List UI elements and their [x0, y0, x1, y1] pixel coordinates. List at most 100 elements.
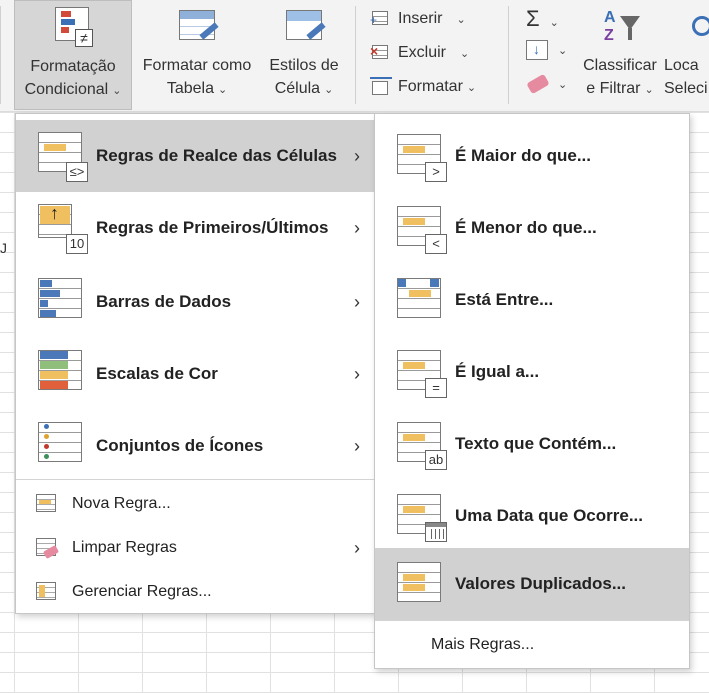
- top-bottom-rules-icon: ↑ 10: [38, 203, 88, 254]
- find-select-label-2: Seleci: [664, 80, 708, 97]
- chevron-down-icon: ⌄: [644, 84, 654, 96]
- insert-button[interactable]: + Inserir ⌄: [370, 6, 466, 32]
- submenu-item-label: Está Entre...: [455, 290, 554, 309]
- menu-separator: [16, 479, 374, 480]
- format-as-table-label-1: Formatar como: [142, 57, 252, 74]
- submenu-item-label: É Igual a...: [455, 362, 540, 381]
- submenu-item-label: Texto que Contém...: [455, 434, 617, 453]
- chevron-right-icon: ›: [354, 291, 360, 312]
- format-as-table-label-2: Tabela: [166, 80, 214, 97]
- conditional-formatting-label-2: Condicional: [24, 81, 109, 98]
- find-select-label-1: Loca: [664, 57, 699, 74]
- menu-item-label: Escalas de Cor: [96, 364, 218, 383]
- sort-filter-label-1: Classificar: [583, 57, 657, 74]
- highlight-cells-rules-icon: ≤>: [38, 132, 88, 182]
- menu-item-new-rule[interactable]: Nova Regra...: [16, 482, 374, 526]
- chevron-down-icon: ⌄: [112, 85, 122, 97]
- chevron-right-icon: ›: [354, 145, 360, 166]
- menu-item-clear-rules[interactable]: Limpar Regras ›: [16, 526, 374, 570]
- less-than-icon: <: [397, 206, 447, 254]
- submenu-item-greater-than[interactable]: > É Maior do que...: [375, 120, 689, 192]
- menu-item-label: Conjuntos de Ícones: [96, 436, 264, 455]
- sort-filter-label-2: e Filtrar: [586, 80, 641, 97]
- greater-than-icon: >: [397, 134, 447, 182]
- menu-item-icon-sets[interactable]: Conjuntos de Ícones ›: [16, 410, 374, 482]
- ribbon-styles-group: ≠ Formatação Condicional ⌄ Formatar como …: [0, 0, 709, 112]
- menu-item-label: Gerenciar Regras...: [72, 583, 212, 600]
- menu-item-top-bottom-rules[interactable]: ↑ 10 Regras de Primeiros/Últimos ›: [16, 192, 374, 264]
- chevron-down-icon: ⌄: [466, 81, 477, 94]
- data-bars-icon: [38, 278, 84, 324]
- format-button[interactable]: Formatar ⌄: [370, 74, 476, 100]
- ribbon-separator: [355, 6, 356, 104]
- chevron-down-icon: ⌄: [324, 84, 334, 96]
- format-as-table-button[interactable]: Formatar como Tabela ⌄: [134, 0, 260, 110]
- submenu-item-label: É Menor do que...: [455, 218, 597, 237]
- chevron-right-icon: ›: [354, 537, 360, 558]
- submenu-item-text-contains[interactable]: ab Texto que Contém...: [375, 408, 689, 480]
- between-icon: [397, 278, 443, 322]
- format-cells-icon: [370, 77, 392, 97]
- clear-rules-icon: [36, 538, 60, 559]
- equal-to-icon: =: [397, 350, 447, 398]
- sort-filter-icon: A Z: [596, 6, 644, 50]
- fill-icon[interactable]: ↓: [526, 40, 548, 60]
- text-contains-icon: ab: [397, 422, 447, 470]
- chevron-down-icon: ⌄: [558, 45, 568, 57]
- column-header: J: [0, 240, 7, 256]
- clear-eraser-icon[interactable]: [526, 73, 550, 95]
- menu-item-label: Limpar Regras: [72, 539, 177, 556]
- chevron-down-icon: ⌄: [456, 13, 466, 26]
- calendar-icon: [397, 494, 447, 542]
- conditional-formatting-button[interactable]: ≠ Formatação Condicional ⌄: [14, 0, 132, 110]
- chevron-down-icon: ⌄: [217, 84, 228, 96]
- cell-styles-icon: [280, 6, 328, 50]
- submenu-item-date-occurring[interactable]: Uma Data que Ocorre...: [375, 480, 689, 552]
- ribbon-separator: [508, 6, 509, 104]
- search-icon: [692, 6, 709, 50]
- more-rules-link[interactable]: Mais Regras...: [431, 636, 534, 654]
- submenu-item-label: É Maior do que...: [455, 146, 592, 165]
- submenu-item-less-than[interactable]: < É Menor do que...: [375, 192, 689, 264]
- submenu-item-between[interactable]: Está Entre...: [375, 264, 689, 336]
- format-label: Formatar: [398, 78, 463, 95]
- cell-styles-button[interactable]: Estilos de Célula ⌄: [262, 0, 346, 110]
- format-as-table-icon: [173, 6, 221, 50]
- chevron-right-icon: ›: [354, 217, 360, 238]
- submenu-item-label: Uma Data que Ocorre...: [455, 506, 644, 525]
- color-scales-icon: [38, 350, 84, 396]
- insert-cells-icon: +: [370, 9, 392, 29]
- delete-cells-icon: ×: [370, 43, 392, 63]
- menu-item-data-bars[interactable]: Barras de Dados ›: [16, 266, 374, 338]
- manage-rules-icon: [36, 582, 58, 602]
- menu-item-label: Nova Regra...: [72, 495, 171, 512]
- delete-label: Excluir: [398, 44, 447, 61]
- conditional-formatting-label-1: Formatação: [30, 58, 116, 75]
- menu-item-color-scales[interactable]: Escalas de Cor ›: [16, 338, 374, 410]
- new-rule-icon: [36, 494, 58, 514]
- delete-button[interactable]: × Excluir ⌄: [370, 40, 469, 66]
- cell-styles-label-1: Estilos de: [269, 57, 339, 74]
- duplicate-values-icon: [397, 562, 443, 606]
- insert-label: Inserir: [398, 10, 443, 27]
- icon-sets-icon: [38, 422, 84, 468]
- menu-item-label: Regras de Realce das Células: [96, 146, 337, 165]
- submenu-item-equal-to[interactable]: = É Igual a...: [375, 336, 689, 408]
- chevron-down-icon: ⌄: [558, 79, 568, 91]
- chevron-right-icon: ›: [354, 435, 360, 456]
- sort-filter-button[interactable]: A Z Classificar e Filtrar ⌄: [578, 0, 662, 110]
- submenu-item-duplicate-values[interactable]: Valores Duplicados...: [375, 548, 689, 620]
- conditional-formatting-menu: ≤> Regras de Realce das Células › ↑ 10 R…: [15, 113, 375, 614]
- menu-item-highlight-cells-rules[interactable]: ≤> Regras de Realce das Células ›: [16, 120, 374, 192]
- ribbon-separator: [0, 6, 1, 104]
- menu-item-manage-rules[interactable]: Gerenciar Regras...: [16, 570, 374, 614]
- chevron-down-icon: ⌄: [460, 47, 470, 60]
- highlight-cells-rules-submenu: > É Maior do que... < É Menor do que... …: [374, 113, 690, 669]
- chevron-right-icon: ›: [354, 363, 360, 384]
- submenu-separator: [375, 620, 689, 621]
- submenu-item-label: Valores Duplicados...: [455, 574, 627, 593]
- menu-item-label: Barras de Dados: [96, 292, 232, 311]
- cell-styles-label-2: Célula: [274, 80, 321, 97]
- find-select-button[interactable]: Loca Seleci: [664, 0, 709, 110]
- autosum-icon[interactable]: Σ ⌄: [526, 6, 559, 32]
